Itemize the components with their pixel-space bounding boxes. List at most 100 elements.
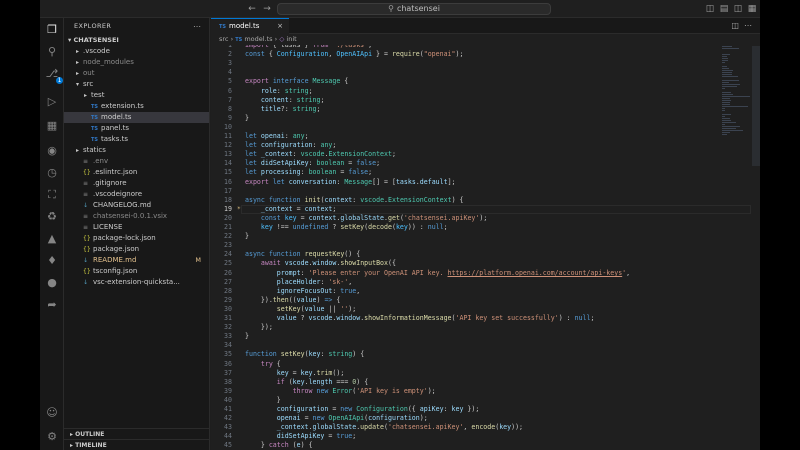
tab-label: model.ts (229, 22, 260, 30)
minimap-line (722, 76, 738, 77)
tree-file[interactable]: ≡ .vscodeignore (64, 189, 209, 200)
chat-icon[interactable]: ● (44, 275, 60, 291)
tree-folder[interactable]: ▸ statics (64, 145, 209, 156)
tree-item-label: node_modules (83, 58, 134, 66)
azure-icon[interactable]: ▲ (44, 231, 60, 247)
minimap-line (722, 94, 734, 95)
python-icon[interactable]: ♦ (44, 253, 60, 269)
tree-file[interactable]: {} package-lock.json (64, 233, 209, 244)
code-text: await vscode.window.showInputBox({ (260, 259, 396, 267)
minimap-line (722, 98, 731, 99)
tree-file[interactable]: ↓ vsc-extension-quicksta... (64, 277, 209, 288)
code-text: ignoreFocusOut: true, (276, 287, 361, 295)
run-debug-icon[interactable]: ▷ (44, 94, 60, 110)
minimap[interactable] (722, 46, 750, 206)
chevron-down-icon: ▾ (76, 81, 80, 88)
file-icon: ≡ (83, 213, 89, 220)
live-share-icon[interactable]: ➦ (44, 297, 60, 313)
forward-arrow-icon[interactable]: → (260, 3, 274, 15)
tree-file[interactable]: TS model.ts (64, 112, 209, 123)
explorer-files-icon[interactable]: ❐ (44, 22, 60, 38)
customize-layout-icon[interactable]: ▦ (745, 3, 759, 15)
minimap-line (722, 72, 733, 73)
close-icon[interactable]: × (277, 19, 283, 33)
settings-gear-icon[interactable]: ⚙ (44, 429, 60, 445)
breadcrumb-file[interactable]: model.ts (244, 35, 272, 43)
markdown-file-icon: ↓ (83, 257, 89, 264)
tab-bar: TS model.ts × ◫ ⋯ (211, 18, 760, 34)
code-text: } (245, 396, 281, 404)
docker-icon[interactable]: ⛶ (44, 187, 60, 203)
tab-model-ts[interactable]: TS model.ts × (211, 18, 289, 34)
code-text: export interface Message { (245, 77, 349, 85)
vertical-scrollbar[interactable] (752, 46, 760, 166)
tree-file[interactable]: TS tasks.ts (64, 134, 209, 145)
tree-file[interactable]: {} tsconfig.json (64, 266, 209, 277)
minimap-line (722, 92, 731, 93)
extensions-icon[interactable]: ▦ (44, 118, 60, 134)
tree-file[interactable]: ≡ LICENSE (64, 222, 209, 233)
toggle-primary-sidebar-icon[interactable]: ◫ (703, 3, 717, 15)
line-number: 26 (224, 269, 232, 277)
tree-file[interactable]: TS extension.ts (64, 101, 209, 112)
github-icon[interactable]: ◉ (44, 143, 60, 159)
tree-item-label: .eslintrc.json (93, 168, 138, 176)
code-text: openai = new OpenAIApi(configuration); (276, 414, 428, 422)
code-text: _context = context; (260, 205, 337, 213)
breadcrumb-symbol[interactable]: init (286, 35, 296, 43)
code-text: role: string; (260, 87, 313, 95)
timeline-section[interactable]: ▸ TIMELINE (64, 439, 210, 450)
tree-folder[interactable]: ▾ src (64, 79, 209, 90)
tree-item-label: extension.ts (101, 102, 144, 110)
tree-file[interactable]: ≡ .gitignore (64, 178, 209, 189)
account-icon[interactable]: ☺ (44, 405, 60, 421)
tree-file[interactable]: ≡ .env (64, 156, 209, 167)
line-number: 13 (224, 150, 232, 158)
tree-file[interactable]: {} package.json (64, 244, 209, 255)
line-number: 2 (228, 50, 232, 58)
workspace-root[interactable]: ▾ CHATSENSEI (64, 35, 209, 46)
tree-folder[interactable]: ▸ .vscode (64, 46, 209, 57)
search-icon[interactable]: ⚲ (44, 44, 60, 60)
scm-badge: 1 (56, 77, 63, 84)
file-icon: ≡ (83, 158, 89, 165)
code-text: throw new Error('API key is empty'); (292, 387, 436, 395)
split-editor-icon[interactable]: ◫ (731, 21, 739, 30)
more-actions-icon[interactable]: ⋯ (193, 18, 201, 35)
breadcrumb-src[interactable]: src (219, 35, 229, 43)
tree-file[interactable]: ↓ CHANGELOG.md (64, 200, 209, 211)
line-number: 6 (228, 87, 232, 95)
code-text: setKey(value || ''); (276, 305, 357, 313)
minimap-line (722, 62, 725, 63)
source-control-icon[interactable]: ⎇ 1 (44, 66, 63, 84)
minimap-line (722, 118, 730, 119)
line-number: 39 (224, 387, 232, 395)
remote-explorer-icon[interactable]: ♻ (44, 209, 60, 225)
back-arrow-icon[interactable]: ← (245, 3, 259, 15)
minimap-line (722, 58, 728, 59)
toggle-secondary-sidebar-icon[interactable]: ◫ (731, 3, 745, 15)
tree-folder[interactable]: ▸ node_modules (64, 57, 209, 68)
outline-section[interactable]: ▸ OUTLINE (64, 428, 210, 439)
tree-file[interactable]: TS panel.ts (64, 123, 209, 134)
json-file-icon: {} (83, 169, 91, 176)
tree-folder[interactable]: ▸ test (64, 90, 209, 101)
tree-file[interactable]: ≡ chatsensei-0.0.1.vsix (64, 211, 209, 222)
lightbulb-icon[interactable]: ☀ (237, 205, 241, 212)
tree-file[interactable]: ↓ README.md M (64, 255, 209, 266)
timer-icon[interactable]: ◷ (44, 165, 60, 181)
tree-item-label: .env (93, 157, 109, 165)
chevron-right-icon: ▸ (76, 70, 80, 77)
tree-folder[interactable]: ▸ out (64, 68, 209, 79)
line-number: 14 (224, 159, 232, 167)
minimap-line (722, 110, 725, 111)
minimap-line (722, 96, 750, 97)
tree-item-label: CHANGELOG.md (93, 201, 152, 209)
minimap-line (722, 114, 731, 115)
code-editor[interactable]: 1 import { tasks } from './tasks'; 2 const … (211, 45, 760, 450)
more-actions-icon[interactable]: ⋯ (744, 21, 752, 30)
line-number: 33 (224, 332, 232, 340)
command-center-search[interactable]: ⚲ chatsensei (277, 3, 551, 15)
toggle-panel-icon[interactable]: ▤ (717, 3, 731, 15)
tree-file[interactable]: {} .eslintrc.json (64, 167, 209, 178)
